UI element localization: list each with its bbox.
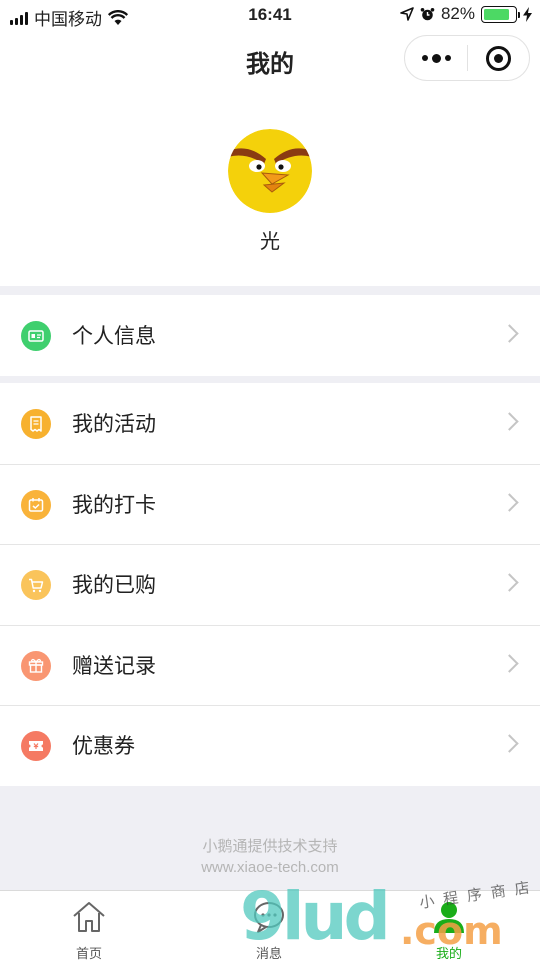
menu-item-my-purchased[interactable]: 我的已购 — [0, 544, 540, 625]
chevron-right-icon — [500, 573, 519, 592]
tab-messages[interactable]: 消息 — [209, 891, 329, 960]
menu-list-group: 我的活动 我的打卡 我的已购 赠送记录 优惠券 — [0, 383, 540, 786]
more-dots-icon — [421, 55, 428, 61]
home-icon — [73, 902, 105, 932]
profile-section: 光 — [0, 88, 540, 286]
menu-item-label: 我的已购 — [72, 574, 156, 598]
powered-by-url: www.xiaoe-tech.com — [201, 859, 339, 876]
navigation-bar: 我的 — [0, 30, 540, 88]
calendar-check-icon — [21, 489, 51, 520]
close-mini-program-button[interactable] — [468, 36, 529, 80]
menu-item-my-checkin[interactable]: 我的打卡 — [0, 463, 540, 545]
chevron-right-icon — [500, 653, 519, 673]
tab-label: 首页 — [75, 946, 102, 960]
user-name: 光 — [260, 231, 280, 253]
chevron-right-icon — [500, 492, 519, 512]
gift-icon — [21, 650, 51, 681]
menu-item-label: 优惠券 — [72, 735, 135, 759]
menu-item-gift-records[interactable]: 赠送记录 — [0, 624, 540, 706]
menu-item-label: 赠送记录 — [72, 654, 156, 678]
cart-icon — [21, 570, 51, 600]
tab-label: 我的 — [435, 946, 462, 960]
menu-item-my-activities[interactable]: 我的活动 — [0, 383, 540, 464]
angry-yellow-bird-avatar-icon — [228, 129, 312, 213]
status-bar: 中国移动 16:41 82% — [0, 0, 540, 30]
charging-bolt-icon — [523, 6, 532, 22]
powered-by-footer: 小鹅通提供技术支持 www.xiaoe-tech.com — [0, 836, 540, 878]
menu-item-label: 我的打卡 — [72, 493, 156, 517]
id-card-icon — [21, 321, 51, 351]
alarm-icon — [420, 7, 435, 20]
more-options-button[interactable] — [405, 36, 467, 80]
tab-bar: 首页 消息 我的 — [0, 890, 540, 960]
chevron-right-icon — [500, 734, 519, 753]
battery-icon — [481, 5, 520, 23]
menu-item-coupons[interactable]: 优惠券 — [0, 705, 540, 786]
location-arrow-icon — [400, 7, 414, 21]
person-icon — [434, 902, 464, 933]
powered-by-text: 小鹅通提供技术支持 — [202, 838, 338, 855]
tab-label: 消息 — [255, 946, 282, 960]
chat-icon — [254, 902, 284, 933]
chevron-right-icon — [500, 412, 519, 431]
tab-home[interactable]: 首页 — [29, 891, 149, 960]
tab-me[interactable]: 我的 — [389, 891, 509, 960]
mini-program-capsule — [404, 35, 530, 81]
target-circle-icon — [486, 45, 511, 71]
receipt-icon — [21, 409, 51, 439]
avatar[interactable] — [228, 129, 312, 213]
battery-percent: 82% — [440, 4, 475, 23]
menu-item-label: 个人信息 — [72, 325, 156, 349]
coupon-icon — [21, 731, 51, 761]
personal-info-group: 个人信息 — [0, 295, 540, 376]
chevron-right-icon — [500, 324, 519, 343]
menu-item-label: 我的活动 — [72, 413, 156, 437]
menu-item-personal-info[interactable]: 个人信息 — [0, 295, 540, 376]
